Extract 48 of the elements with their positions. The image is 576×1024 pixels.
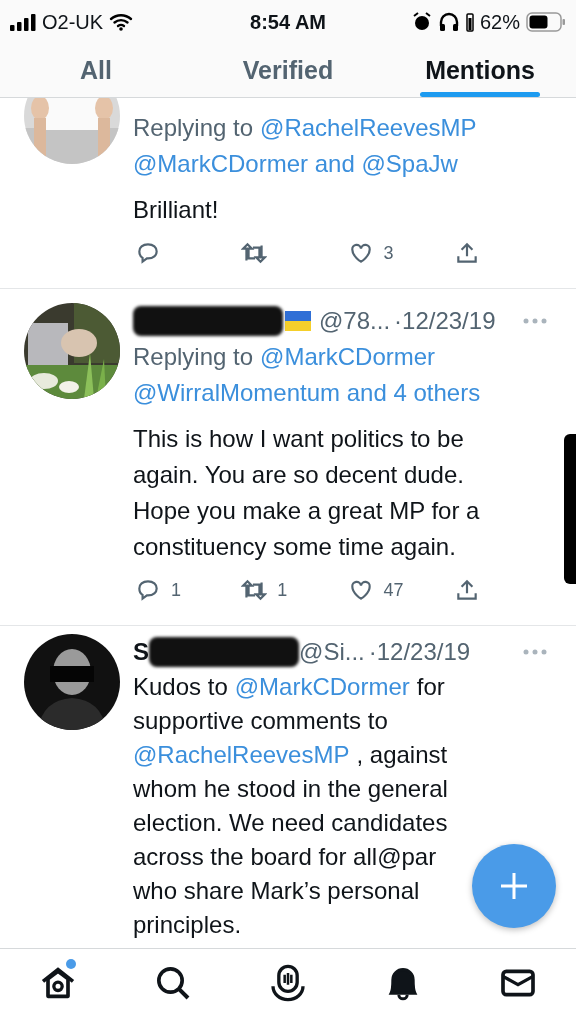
tweet-date: ·12/23/19 xyxy=(394,307,496,335)
tweet-text: principles. xyxy=(133,910,242,940)
battery-icon xyxy=(526,12,566,32)
replying-label: Replying to xyxy=(133,342,254,372)
tweet-text: Kudos to xyxy=(133,672,228,702)
tab[interactable]: All xyxy=(0,44,192,97)
user-handle: @Si... xyxy=(299,638,365,666)
tweet-text: for xyxy=(416,672,445,702)
tweet-text: Hope you make a great MP for a xyxy=(133,496,480,526)
tweet-text: constituency some time again. xyxy=(133,532,456,562)
tab[interactable]: Verified xyxy=(192,44,384,97)
tweet-text: election. We need candidates xyxy=(133,808,448,838)
carrier-name: O2-UK xyxy=(42,10,104,34)
battery-percent: 62% xyxy=(480,10,520,34)
mention-link[interactable]: @RachelReevesMP xyxy=(133,738,350,772)
replying-label: Replying to xyxy=(133,113,254,143)
tweet-text: This is how I want politics to be xyxy=(133,424,464,454)
tweet-text: across the board for all@par xyxy=(133,842,437,872)
battery-small-icon xyxy=(466,12,474,32)
headphones-icon xyxy=(438,12,460,32)
mention-link[interactable]: @MarkCDormer xyxy=(260,339,436,375)
reply-count: 1 xyxy=(171,579,181,601)
reply-icon[interactable] xyxy=(135,577,161,603)
tweet-text: who share Mark’s personal xyxy=(133,876,420,906)
mention-link[interactable]: @RachelReevesMP xyxy=(260,110,477,146)
tweet-text: , against xyxy=(356,740,448,770)
mention-link[interactable]: @MarkCDormer and @SpaJw xyxy=(133,146,458,182)
retweet-count: 1 xyxy=(277,579,288,601)
mention-link[interactable]: @MarkCDormer xyxy=(234,670,410,704)
reply-icon[interactable] xyxy=(135,240,161,266)
signal-icon xyxy=(10,13,36,31)
like-count: 47 xyxy=(383,579,404,601)
compose-button[interactable] xyxy=(472,844,556,928)
alarm-icon xyxy=(412,12,432,32)
tweet-date: ·12/23/19 xyxy=(368,638,471,666)
clock-time: 8:54 AM xyxy=(250,10,326,34)
user-name: S xyxy=(133,638,149,666)
tweet-text: supportive comments to xyxy=(133,706,388,736)
like-count: 3 xyxy=(383,242,394,264)
tweet-text: Brilliant! xyxy=(133,195,219,225)
retweet-icon[interactable] xyxy=(241,577,268,603)
tweet-text: again. You are so decent dude. xyxy=(133,460,464,490)
retweet-icon[interactable] xyxy=(241,240,268,266)
mention-link[interactable]: @WirralMomentum and 4 others xyxy=(133,375,481,411)
tweet-text: whom he stood in the general xyxy=(133,774,448,804)
tab[interactable]: Mentions xyxy=(384,44,576,97)
wifi-icon xyxy=(109,13,134,31)
user-handle: @78... xyxy=(319,307,391,335)
